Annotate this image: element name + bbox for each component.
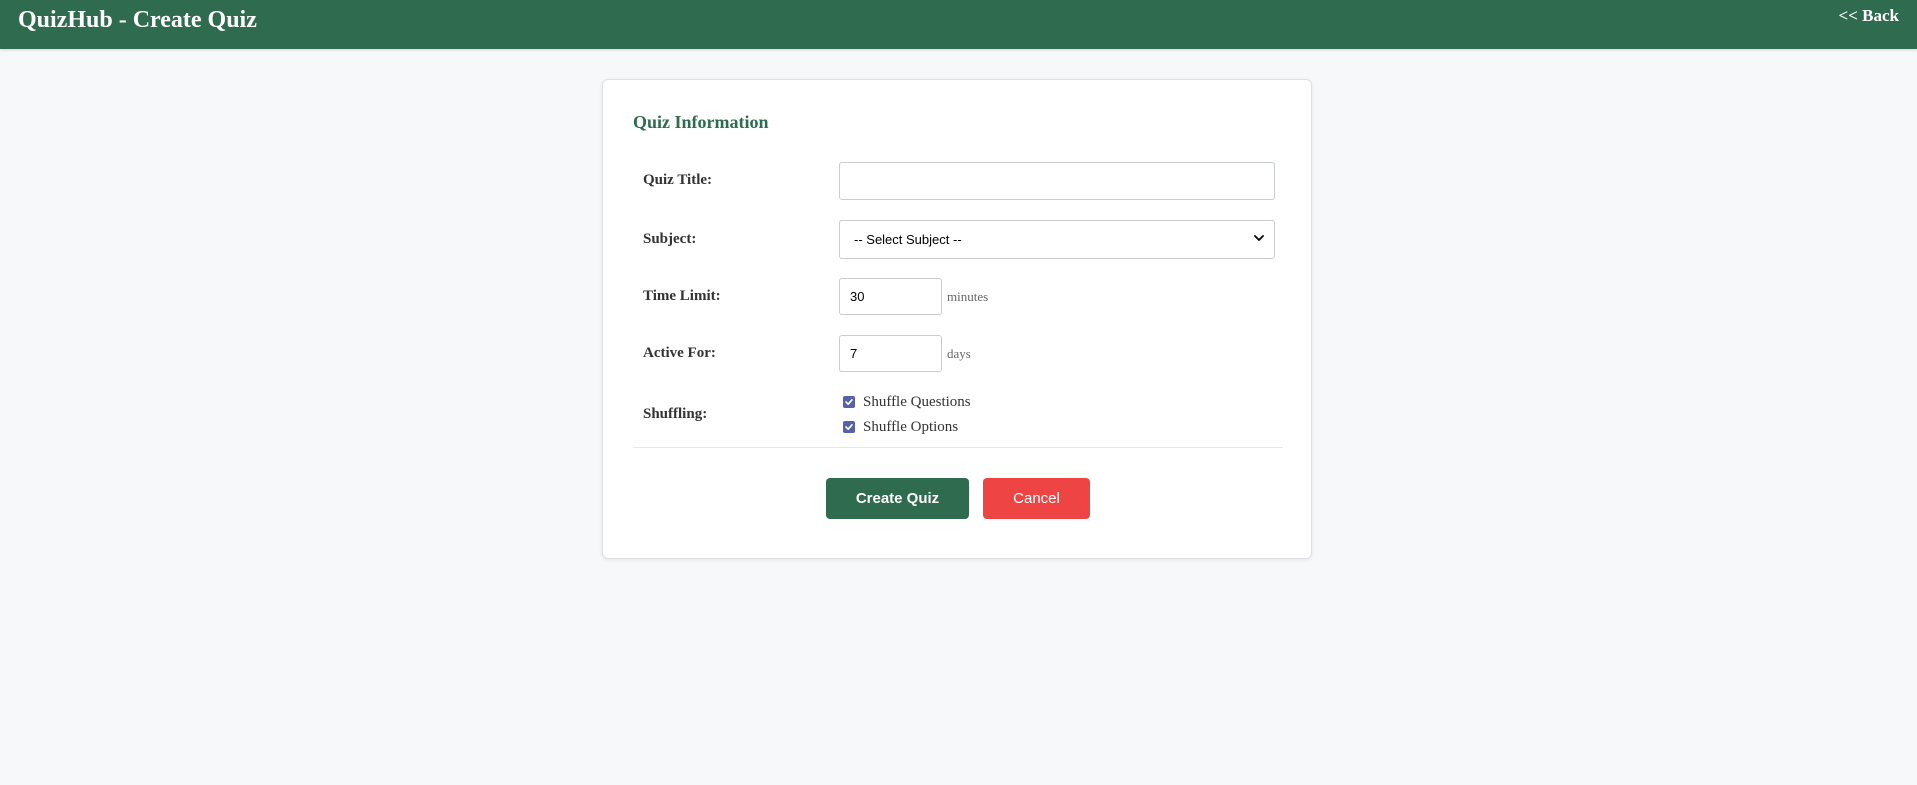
quiz-title-row: Quiz Title:: [643, 162, 1283, 200]
subject-row: Subject: -- Select Subject --: [643, 220, 1283, 259]
shuffle-questions-checkbox[interactable]: [843, 396, 855, 408]
checkmark-icon: [845, 399, 853, 405]
quiz-form-card: Quiz Information Quiz Title: Subject: --…: [602, 79, 1312, 559]
subject-label: Subject:: [643, 231, 697, 247]
chevron-down-icon: [1252, 231, 1266, 245]
shuffling-label: Shuffling:: [643, 406, 708, 422]
top-bar: QuizHub - Create Quiz << Back: [0, 0, 1917, 49]
quiz-title-label: Quiz Title:: [643, 172, 713, 188]
time-limit-row: Time Limit: 30 minutes: [643, 278, 1283, 315]
back-link[interactable]: << Back: [1839, 5, 1899, 27]
checkmark-icon: [845, 424, 853, 430]
shuffle-options-checkbox[interactable]: [843, 421, 855, 433]
page-title: QuizHub - Create Quiz: [18, 7, 257, 33]
active-for-row: Active For: 7 days: [643, 335, 1283, 372]
time-limit-input[interactable]: 30: [839, 278, 942, 315]
shuffle-questions-label: Shuffle Questions: [863, 394, 971, 410]
active-for-unit: days: [947, 346, 971, 361]
shuffle-options-label: Shuffle Options: [863, 419, 959, 435]
time-limit-unit: minutes: [947, 289, 989, 304]
subject-selected-value: -- Select Subject --: [854, 232, 962, 247]
shuffling-row: Shuffling: Shuffle Questions Shuffle Opt…: [643, 392, 1283, 436]
active-for-input[interactable]: 7: [839, 335, 942, 372]
subject-select[interactable]: -- Select Subject --: [839, 220, 1275, 259]
active-for-label: Active For:: [643, 345, 716, 361]
time-limit-label: Time Limit:: [643, 288, 721, 304]
form-divider: [633, 447, 1283, 448]
section-title: Quiz Information: [633, 112, 769, 132]
create-quiz-button[interactable]: Create Quiz: [826, 478, 969, 519]
quiz-title-input[interactable]: [839, 162, 1275, 200]
cancel-button[interactable]: Cancel: [983, 478, 1090, 519]
